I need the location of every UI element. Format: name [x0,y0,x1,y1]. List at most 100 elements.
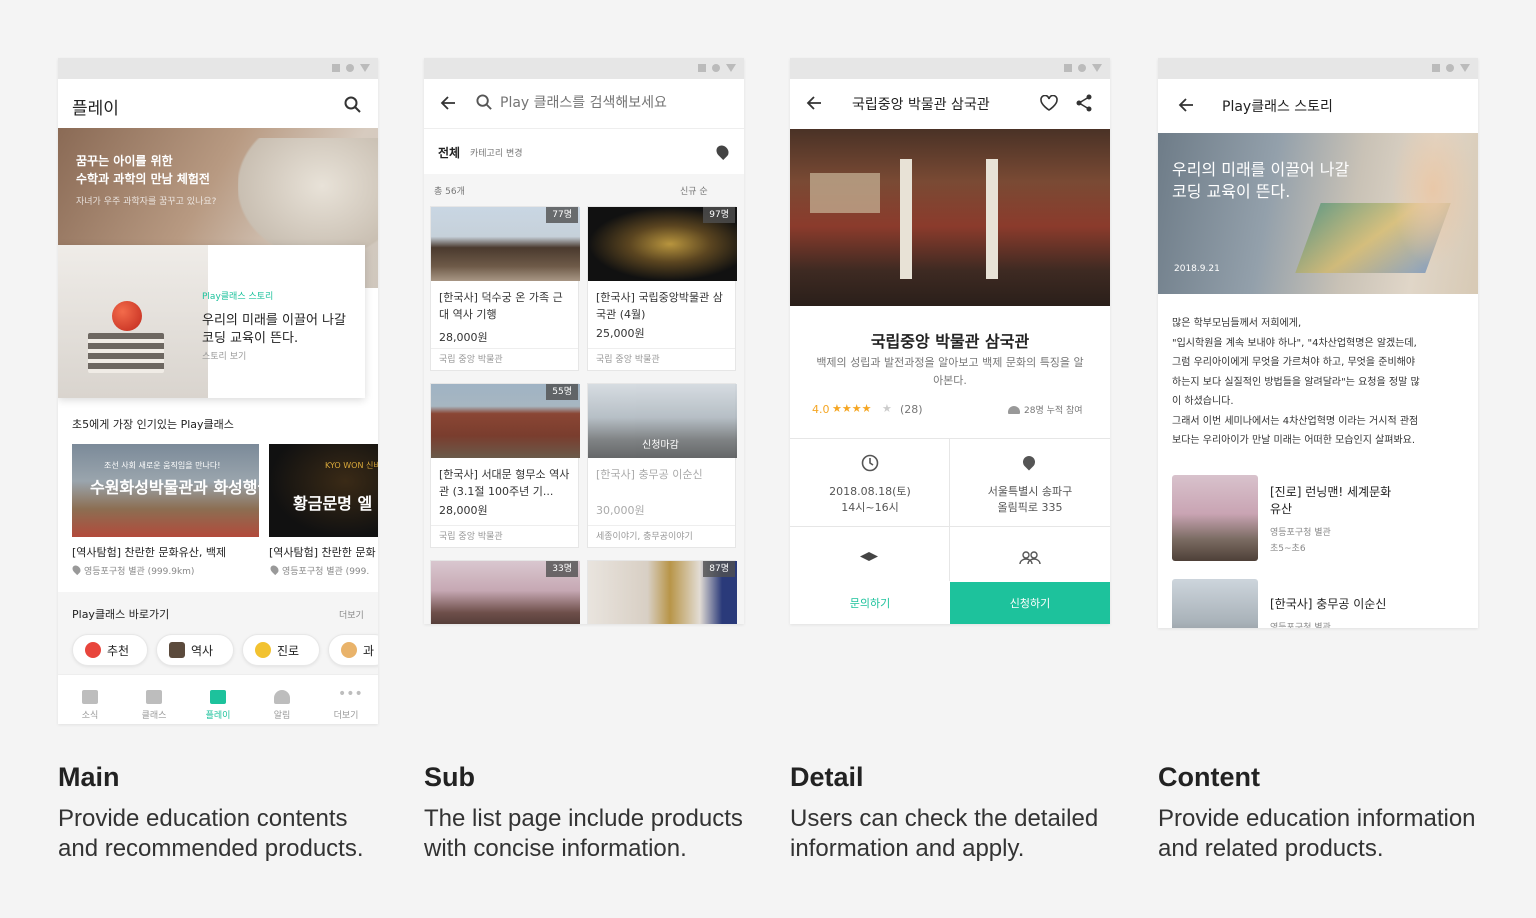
bell-icon [274,690,290,704]
hero-subtitle: 자녀가 우주 과학자를 꿈꾸고 있나요? [76,197,217,207]
popular-item-2-title[interactable]: [역사탐험] 찬란한 문화 [269,544,376,560]
participants-badge: 97명 [703,207,735,223]
story-image [58,245,208,398]
story-hero-title-2: 코딩 교육이 뜬다. [1172,182,1291,201]
page-title: Play클래스 스토리 [1222,99,1333,115]
product-card[interactable]: 77명 [한국사] 덕수궁 온 가족 근대 역사 기행 28,000원 국립 중… [430,206,580,371]
related-item[interactable]: [진로] 런닝맨! 세계문화 유산 영등포구청 별관 초5~초6 [1172,475,1468,561]
product-price: 30,000원 [596,504,645,517]
related-place: 영등포구청 별관 [1270,528,1331,538]
story-link[interactable]: 스토리 보기 [202,349,246,362]
related-thumb [1172,579,1258,628]
story-body-line: 그럼 우리아이에게 무엇을 가르쳐야 하고, 무엇을 준비해야 [1172,357,1416,368]
related-place: 영등포구청 별관 [1270,623,1331,628]
story-title-1: 우리의 미래를 이끌어 나갈 [202,313,346,328]
palace-icon [169,642,185,658]
story-body-line: 많은 학부모님들께서 저희에게, [1172,318,1302,329]
related-grade: 초5~초6 [1270,544,1306,554]
product-place: 국립 중앙 박물관 [588,348,735,370]
apply-button[interactable]: 신청하기 [950,582,1110,624]
caption-sub-desc: The list page include products with conc… [424,805,743,862]
graduation-cap-icon [860,552,878,561]
product-card[interactable]: 33명 [430,560,580,624]
status-bar [424,58,744,79]
heart-icon[interactable] [1040,95,1058,111]
review-count[interactable]: (28) [900,403,923,416]
caption-content-title: Content [1158,762,1260,792]
back-arrow-icon[interactable] [1178,97,1194,113]
search-icon [476,94,492,110]
popular-thumb-1-small: 조선 사회 새로운 움직임을 만나다! [104,461,221,470]
product-place: 세종이야기, 충무공이야기 [588,525,735,547]
category-all: 전체 [438,146,461,160]
nav-class[interactable]: 클래스 [122,680,186,721]
category-change-link[interactable]: 카테고리 변경 [470,146,523,159]
story-body-line: "입시학원을 계속 보내야 하나", "4차산업혁명은 알겠는데, [1172,337,1417,349]
story-body-line: 하는지 보다 실질적인 방법들을 알려달라"는 요청을 정말 많 [1172,376,1420,388]
nav-alert[interactable]: 알림 [250,680,314,721]
nav-play[interactable]: 플레이 [186,680,250,721]
divider [790,526,1110,527]
product-image: 신청마감 [588,384,737,458]
chip-career[interactable]: 진로 [242,634,320,666]
location-pin-icon [70,563,83,576]
nav-news[interactable]: 소식 [58,680,122,721]
news-icon [82,690,98,704]
caption-content-desc: Provide education information and relate… [1158,805,1476,862]
related-title-2: 유산 [1270,502,1293,516]
caption-detail-title: Detail [790,762,864,792]
product-heading: 국립중앙 박물관 삼국관 [870,332,1030,351]
divider [424,128,744,129]
caption-main-title: Main [58,762,120,792]
related-item[interactable]: [한국사] 충무공 이순신 영등포구청 별관 [1172,579,1468,628]
product-card[interactable]: 55명 [한국사] 서대문 형무소 역사관 (3.1절 100주년 기... 2… [430,383,580,548]
product-title: [한국사] 덕수궁 온 가족 근대 역사 기행 [439,291,563,321]
participants-badge: 55명 [546,384,578,400]
chip-history[interactable]: 역사 [156,634,234,666]
popular-thumb-1-big: 수원화성박물관과 화성행궁 [90,478,259,497]
status-bar [1158,58,1478,79]
clock-icon [861,454,879,472]
product-price: 28,000원 [439,331,488,344]
shortcut-more-link[interactable]: 더보기 [339,608,364,621]
group-icon [1019,551,1041,565]
schedule-date: 2018.08.18(토) [829,485,911,498]
popular-thumb-1[interactable]: 조선 사회 새로운 움직임을 만나다! 수원화성박물관과 화성행궁 [72,444,259,537]
location-pin-icon [1020,453,1038,471]
story-card[interactable]: Play클래스 스토리 우리의 미래를 이끌어 나갈 코딩 교육이 뜬다. 스토… [58,245,365,398]
brain-icon [341,642,357,658]
product-card[interactable]: 신청마감 [한국사] 충무공 이순신 30,000원 세종이야기, 충무공이야기 [587,383,737,548]
popular-thumb-2-small: KYO WON 신비의 보물을 찾 [325,461,378,470]
content-screen: Play클래스 스토리 우리의 미래를 이끌어 나갈 코딩 교육이 뜬다. 20… [1158,58,1478,628]
popular-title: 초5에게 가장 인기있는 Play클래스 [72,418,234,431]
product-card[interactable]: 97명 [한국사] 국립중앙박물관 삼국관 (4월) 25,000원 국립 중앙… [587,206,737,371]
main-screen: 플레이 꿈꾸는 아이를 위한 수학과 과학의 만남 체험전 자녀가 우주 과학자… [58,58,378,724]
sort-dropdown[interactable]: 신규 순 [680,184,708,197]
people-icon [1008,406,1020,414]
story-hero-title-1: 우리의 미래를 이끌어 나갈 [1172,160,1350,179]
divider [790,438,1110,439]
product-card[interactable]: 87명 [587,560,737,624]
museum-hall-image [790,129,1110,306]
map-pin-icon[interactable] [714,143,731,160]
back-arrow-icon[interactable] [806,95,822,111]
product-title: [한국사] 서대문 형무소 역사관 (3.1절 100주년 기... [439,468,570,498]
search-icon[interactable] [344,96,362,114]
story-body-line: 이 하셨습니다. [1172,396,1234,407]
chip-science[interactable]: 과 [328,634,378,666]
chip-recommend[interactable]: 추천 [72,634,148,666]
popular-item-1-title[interactable]: [역사탐험] 찬란한 문화유산, 백제 [72,544,226,560]
popular-item-1-location: 영등포구청 별관 (999.9km) [84,567,195,577]
back-arrow-icon[interactable] [440,95,456,111]
participants-badge: 87명 [703,561,735,577]
share-icon[interactable] [1076,94,1093,112]
page-title: 플레이 [72,99,119,119]
nav-more[interactable]: ••• 더보기 [314,680,378,721]
address-line-2: 올림픽로 335 [997,501,1063,514]
popular-thumb-2[interactable]: KYO WON 신비의 보물을 찾 황금문명 엘 [269,444,378,537]
address-line-1: 서울특별시 송파구 [987,485,1073,498]
closed-overlay: 신청마감 [642,440,679,451]
search-input[interactable] [500,91,720,115]
inquiry-button[interactable]: 문의하기 [790,582,950,624]
caption-main-desc: Provide education contents and recommend… [58,805,364,862]
